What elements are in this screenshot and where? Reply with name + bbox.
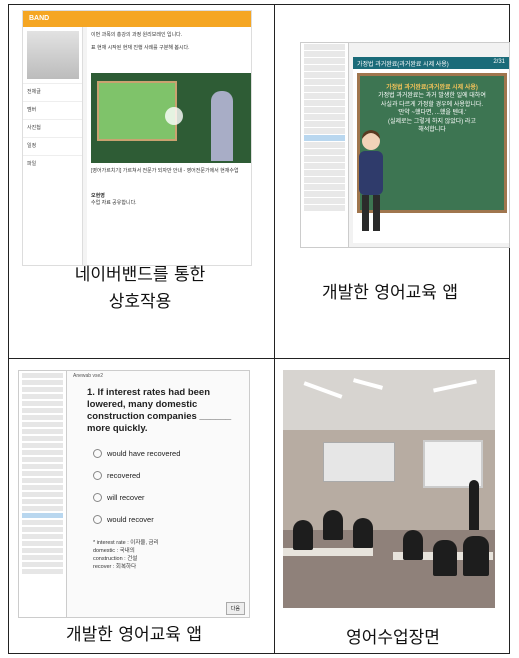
video-teacher-image xyxy=(211,91,233,161)
quiz-option-label: recovered xyxy=(107,471,141,480)
quiz-option[interactable]: recovered xyxy=(71,465,249,487)
lesson-title-bar: 가정법 과거완료(과거완료 시제 사용) 2/31 xyxy=(353,57,509,69)
quiz-header: Anewab vse2 xyxy=(73,373,104,379)
english-app-screenshot: 가정법 과거완료(과거완료 시제 사용) 2/31 가정법 과거완료(과거완료 … xyxy=(300,42,510,248)
naver-band-screenshot: BAND 전체글 멤버 사진첩 일정 파일 이번 과목의 총강의 과정 원리보레… xyxy=(22,10,252,266)
band-side-item[interactable]: 사진첩 xyxy=(23,119,82,137)
band-side-item[interactable]: 멤버 xyxy=(23,101,82,119)
board-line: '만약 ~했다면, ...했을 텐데.' xyxy=(397,110,467,117)
quiz-option[interactable]: would recover xyxy=(71,509,249,531)
english-quiz-screenshot: Anewab vse2 1. If interest rates had bee… xyxy=(18,370,250,618)
vocab-note: domestic : 국내의 xyxy=(93,547,135,554)
quiz-lesson-list xyxy=(19,371,67,617)
caption-top-left: 네이버밴드를 통한 상호작용 xyxy=(30,262,250,316)
band-logo: BAND xyxy=(23,11,251,27)
band-feed: 이번 과목의 총강의 과정 원리보레인 입니다. 표 현재 시작된 현재 진행 … xyxy=(87,27,251,265)
teacher-illustration xyxy=(359,130,383,231)
board-line: 가정법 과거완료는 과거 발생한 일에 대하여 xyxy=(378,93,486,100)
band-video-player[interactable] xyxy=(91,73,251,163)
band-side-item[interactable]: 일정 xyxy=(23,137,82,155)
caption-line: 네이버밴드를 통한 xyxy=(74,265,206,285)
student xyxy=(323,510,343,540)
quiz-option-label: would have recovered xyxy=(107,449,181,458)
student xyxy=(433,540,457,576)
band-side-item[interactable]: 전체글 xyxy=(23,83,82,101)
vocab-notes: * interest rate : 이자율, 금리 domestic : 국내의… xyxy=(71,531,249,572)
quiz-option-label: would recover xyxy=(107,515,154,524)
quiz-option-label: will recover xyxy=(107,493,145,502)
next-button[interactable]: 다음 xyxy=(225,602,245,615)
projector-screen-left xyxy=(323,442,395,482)
student xyxy=(353,518,373,548)
play-icon[interactable] xyxy=(165,107,183,125)
band-post-text: 표 현재 시작된 현재 진행 사례를 구분해 봅시다. xyxy=(91,45,190,51)
board-line: 사실과 다르게 가정할 경우에 사용합니다. xyxy=(380,101,484,108)
quiz-option[interactable]: will recover xyxy=(71,487,249,509)
lesson-page: 2/31 xyxy=(493,59,505,65)
vocab-note: recover : 회복하다 xyxy=(93,564,137,571)
band-cover-image xyxy=(27,31,79,79)
photo-ceiling xyxy=(283,370,495,430)
teacher-figure xyxy=(469,480,479,536)
grid-divider-vertical xyxy=(274,5,275,653)
grid-divider-horizontal xyxy=(9,358,509,359)
band-comment-text: 수업 자료 공유합니다. xyxy=(91,200,137,206)
student xyxy=(403,530,423,560)
classroom-photo xyxy=(283,370,495,608)
radio-icon[interactable] xyxy=(93,493,102,502)
vocab-note: construction : 건설 xyxy=(93,556,138,562)
radio-icon[interactable] xyxy=(93,449,102,458)
radio-icon[interactable] xyxy=(93,515,102,524)
lesson-title: 가정법 과거완료(과거완료 시제 사용) xyxy=(357,62,449,68)
app-lesson-list xyxy=(301,43,349,247)
caption-bottom-left: 개발한 영어교육 앱 xyxy=(66,625,202,645)
band-post-text: 이번 과목의 총강의 과정 원리보레인 입니다. xyxy=(91,32,183,38)
caption-top-right: 개발한 영어교육 앱 xyxy=(322,283,458,303)
quiz-panel: Anewab vse2 1. If interest rates had bee… xyxy=(71,371,249,617)
band-commenter: 오현영 xyxy=(91,193,105,199)
caption-line: 상호작용 xyxy=(108,292,172,313)
quiz-option[interactable]: would have recovered xyxy=(71,443,249,465)
student xyxy=(463,536,489,576)
caption-bottom-right: 영어수업장면 xyxy=(346,628,440,648)
band-sidebar: 전체글 멤버 사진첩 일정 파일 xyxy=(23,27,83,265)
vocab-note: * interest rate : 이자율, 금리 xyxy=(93,539,159,546)
band-video-title[interactable]: [영어가르치기] 가르쳐서 전문가 되자만 안내 - 영어전문가에서 현재수업 xyxy=(91,167,249,174)
app-lesson-view: 가정법 과거완료(과거완료 시제 사용) 2/31 가정법 과거완료(과거완료 … xyxy=(353,57,509,243)
radio-icon[interactable] xyxy=(93,471,102,480)
board-heading: 가정법 과거완료(과거완료 시제 사용) xyxy=(386,85,478,91)
band-side-item[interactable]: 파일 xyxy=(23,155,82,173)
quiz-question: 1. If interest rates had been lowered, m… xyxy=(87,387,232,434)
board-line: (실제로는 그렇게 하지 않았다) 라고 xyxy=(388,118,476,125)
student xyxy=(293,520,313,550)
